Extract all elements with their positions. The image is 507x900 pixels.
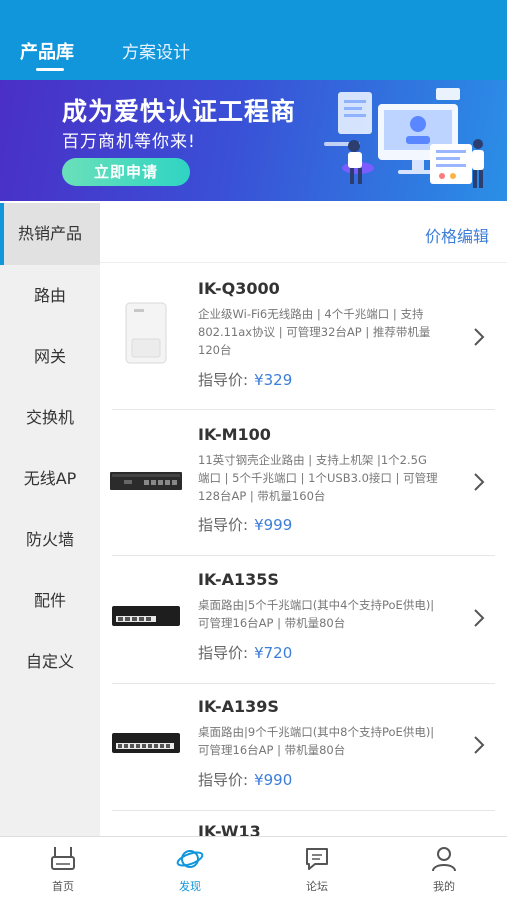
sidebar-item-gateway[interactable]: 网关 bbox=[0, 326, 100, 388]
nav-label: 发现 bbox=[179, 880, 201, 893]
active-tab-indicator bbox=[36, 68, 64, 71]
sidebar-item-label: 网关 bbox=[33, 347, 66, 366]
price-prefix: 指导价: bbox=[198, 771, 249, 789]
price-prefix: 指导价: bbox=[198, 644, 249, 662]
nav-label: 我的 bbox=[433, 880, 455, 893]
router-icon bbox=[51, 847, 75, 870]
sidebar-item-label: 热销产品 bbox=[17, 224, 82, 243]
product-name: IK-A139S bbox=[198, 697, 279, 716]
sidebar-item-switch[interactable]: 交换机 bbox=[0, 387, 100, 449]
nav-forum[interactable]: 论坛 bbox=[254, 837, 380, 900]
nav-profile[interactable]: 我的 bbox=[381, 837, 507, 900]
sidebar-item-hot-products[interactable]: 热销产品 bbox=[0, 203, 100, 265]
product-price: 指导价: ¥329 bbox=[198, 369, 292, 390]
ap-device-image bbox=[125, 302, 167, 364]
price-prefix: 指导价: bbox=[198, 371, 249, 389]
product-name: IK-W13 bbox=[198, 822, 261, 836]
user-icon bbox=[432, 847, 456, 872]
chat-icon bbox=[306, 848, 328, 870]
product-description: 企业级Wi-Fi6无线路由 | 4个千兆端口 | 支持802.11ax协议 | … bbox=[198, 307, 431, 357]
chevron-right-icon bbox=[474, 736, 485, 754]
sidebar-item-firewall[interactable]: 防火墙 bbox=[0, 509, 100, 571]
product-card[interactable]: IK-W13 bbox=[100, 810, 507, 836]
product-card[interactable]: IK-A135S 桌面路由|5个千兆端口(其中4个支持PoE供电)| 可管理16… bbox=[100, 556, 507, 684]
price-value: ¥990 bbox=[254, 771, 293, 789]
sidebar-item-label: 路由 bbox=[33, 286, 66, 305]
price-edit-link[interactable]: 价格编辑 bbox=[425, 223, 489, 247]
chevron-right-icon bbox=[474, 328, 485, 346]
rack-router-image bbox=[110, 472, 182, 490]
office-illustration bbox=[324, 88, 484, 188]
product-description: 桌面路由|9个千兆端口(其中8个支持PoE供电)| 可管理16台AP | 带机量… bbox=[198, 725, 435, 757]
tab-solution-design[interactable]: 方案设计 bbox=[122, 38, 190, 63]
product-description: 11英寸钢壳企业路由 | 支持上机架 |1个2.5G端口 | 5个千兆端口 | … bbox=[198, 453, 438, 503]
sidebar-item-label: 配件 bbox=[33, 591, 66, 610]
nav-discover[interactable]: 发现 bbox=[127, 837, 253, 900]
bottom-navigation: 首页 发现 论坛 我的 bbox=[0, 836, 507, 900]
price-prefix: 指导价: bbox=[198, 516, 249, 534]
product-name: IK-M100 bbox=[198, 425, 271, 444]
tab-product-library[interactable]: 产品库 bbox=[20, 38, 74, 64]
banner-title: 成为爱快认证工程商 bbox=[62, 97, 297, 126]
product-name: IK-Q3000 bbox=[198, 279, 280, 298]
category-sidebar: 热销产品 路由 网关 交换机 无线AP 防火墙 配件 自定义 bbox=[0, 203, 100, 836]
sidebar-item-wireless-ap[interactable]: 无线AP bbox=[0, 448, 100, 510]
product-price: 指导价: ¥990 bbox=[198, 769, 292, 790]
product-card[interactable]: IK-Q3000 企业级Wi-Fi6无线路由 | 4个千兆端口 | 支持802.… bbox=[100, 263, 507, 410]
desktop-router-image bbox=[112, 733, 180, 753]
sidebar-item-custom[interactable]: 自定义 bbox=[0, 631, 100, 693]
sidebar-active-indicator bbox=[0, 203, 4, 265]
product-price: 指导价: ¥999 bbox=[198, 514, 292, 535]
desktop-router-image bbox=[112, 606, 180, 626]
planet-icon bbox=[176, 850, 204, 868]
price-value: ¥999 bbox=[254, 516, 293, 534]
product-card[interactable]: IK-M100 11英寸钢壳企业路由 | 支持上机架 |1个2.5G端口 | 5… bbox=[100, 410, 507, 556]
promo-banner[interactable]: 成为爱快认证工程商 百万商机等你来! 立即申请 bbox=[0, 80, 507, 201]
apply-now-button[interactable]: 立即申请 bbox=[62, 158, 190, 186]
sidebar-item-label: 自定义 bbox=[25, 652, 74, 671]
nav-label: 首页 bbox=[52, 880, 74, 893]
chevron-right-icon bbox=[474, 609, 485, 627]
product-card[interactable]: IK-A139S 桌面路由|9个千兆端口(其中8个支持PoE供电)| 可管理16… bbox=[100, 683, 507, 811]
sidebar-item-accessories[interactable]: 配件 bbox=[0, 570, 100, 632]
sidebar-item-label: 交换机 bbox=[25, 408, 74, 427]
nav-label: 论坛 bbox=[306, 880, 328, 893]
sidebar-item-label: 无线AP bbox=[23, 469, 77, 488]
chevron-right-icon bbox=[474, 473, 485, 491]
price-value: ¥720 bbox=[254, 644, 293, 662]
nav-home[interactable]: 首页 bbox=[0, 837, 126, 900]
top-header: 产品库 方案设计 bbox=[0, 0, 507, 80]
price-value: ¥329 bbox=[254, 371, 293, 389]
sidebar-item-label: 防火墙 bbox=[25, 530, 74, 549]
product-name: IK-A135S bbox=[198, 570, 279, 589]
sidebar-item-router[interactable]: 路由 bbox=[0, 265, 100, 327]
product-description: 桌面路由|5个千兆端口(其中4个支持PoE供电)| 可管理16台AP | 带机量… bbox=[198, 598, 435, 630]
banner-subtitle: 百万商机等你来! bbox=[62, 132, 196, 152]
product-price: 指导价: ¥720 bbox=[198, 642, 292, 663]
